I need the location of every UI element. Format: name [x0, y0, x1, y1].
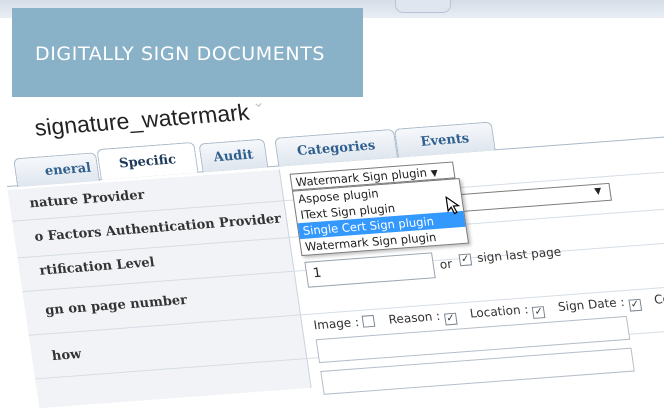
checkmark-icon: ✓	[533, 306, 544, 318]
page-number-input[interactable]: 1	[304, 252, 436, 288]
checkmark-icon: ✓	[445, 312, 456, 325]
tab-categories[interactable]: Categories	[274, 128, 399, 167]
provider-dropdown-list: Aspose plugin IText Sign plugin Single C…	[291, 178, 470, 257]
image-label: Image :	[312, 315, 360, 333]
sign-last-page-checkbox[interactable]: ✓	[458, 253, 473, 267]
reason-checkbox[interactable]: ✓	[443, 312, 458, 326]
truncated-label: Co	[653, 291, 664, 307]
checkmark-icon: ✓	[629, 298, 640, 311]
pointer-cursor-icon	[445, 195, 461, 215]
sign-date-label: Sign Date :	[557, 295, 626, 314]
title-banner: DIGITALLY SIGN DOCUMENTS	[12, 8, 363, 97]
location-label: Location :	[468, 302, 530, 321]
caret-down-icon: ▼	[430, 168, 439, 180]
sign-last-page-label: sign last page	[476, 244, 563, 265]
tab-specific[interactable]: Specific	[96, 141, 199, 180]
object-title: signature_watermark	[32, 98, 251, 141]
checkmark-icon: ✓	[460, 253, 471, 266]
location-checkbox[interactable]: ✓	[532, 306, 546, 319]
show-label: how	[50, 346, 83, 365]
or-text: or	[438, 256, 454, 272]
tab-audit[interactable]: Audit	[198, 138, 269, 173]
reason-label: Reason :	[387, 308, 442, 327]
image-checkbox[interactable]	[362, 314, 376, 328]
caret-down-icon: ▼	[593, 186, 603, 197]
sign-date-checkbox[interactable]: ✓	[628, 298, 642, 312]
banner-title: DIGITALLY SIGN DOCUMENTS	[35, 42, 326, 65]
tab-general[interactable]: eneral	[13, 152, 100, 188]
certification-level-select[interactable]: ▼	[459, 182, 612, 212]
tab-events[interactable]: Events	[393, 121, 496, 158]
